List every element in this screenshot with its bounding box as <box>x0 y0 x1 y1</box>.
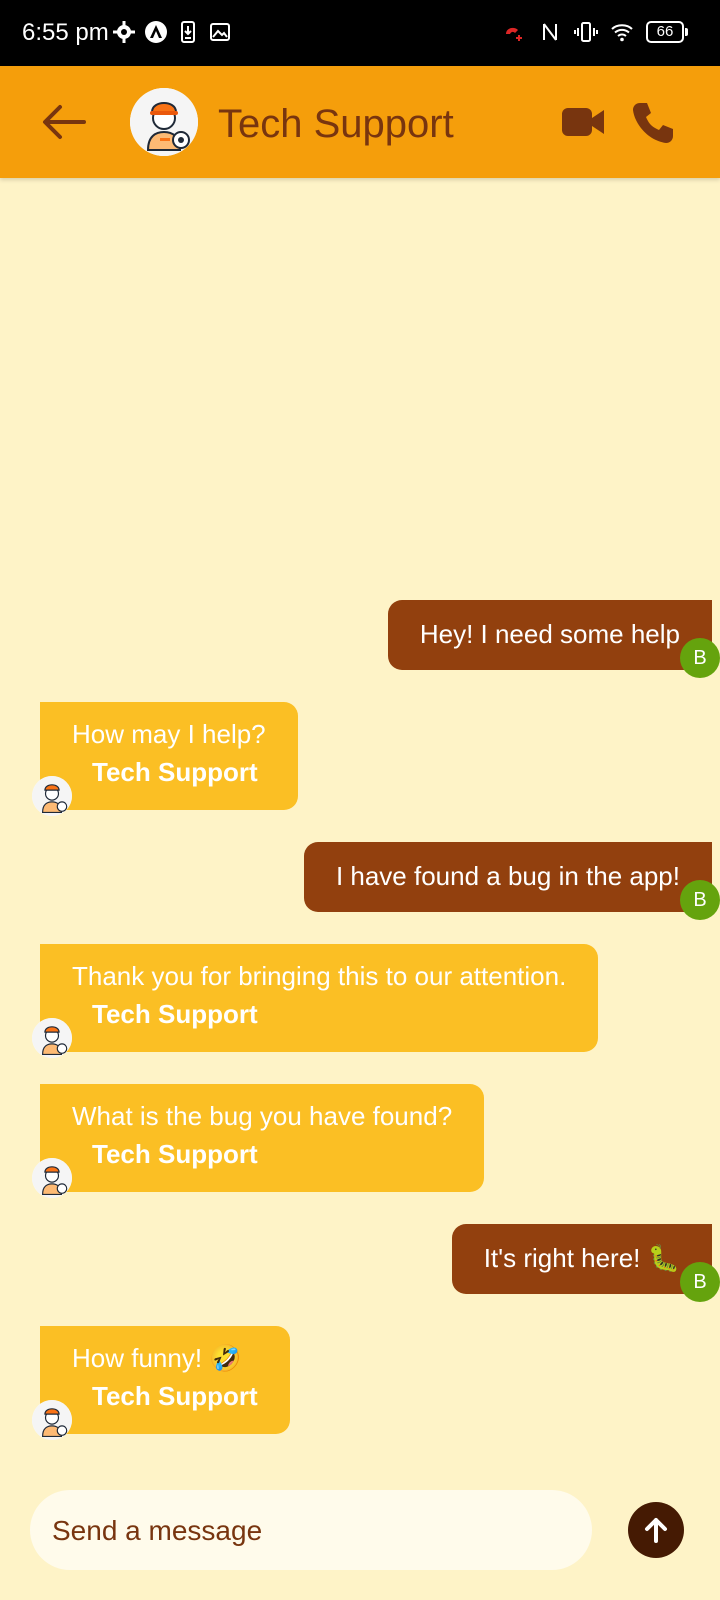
arrow-left-icon[interactable] <box>40 102 88 142</box>
message-input[interactable] <box>50 1490 574 1572</box>
nfc-icon <box>543 23 557 41</box>
status-icons-left <box>112 20 232 44</box>
wifi-icon <box>611 24 633 42</box>
technician-icon <box>32 776 72 816</box>
image-icon <box>210 23 230 41</box>
technician-icon <box>32 1158 72 1198</box>
message-composer <box>30 1490 592 1572</box>
video-camera-icon[interactable] <box>560 106 606 138</box>
message-sender: Tech Support <box>92 1381 258 1411</box>
message-sender: Tech Support <box>92 1139 258 1169</box>
support-avatar <box>32 776 72 816</box>
contact-avatar[interactable] <box>130 88 198 156</box>
settings-icon <box>113 21 135 43</box>
technician-icon <box>32 1018 72 1058</box>
message-text: How may I help? <box>72 719 266 749</box>
support-avatar <box>32 1158 72 1198</box>
message-text: How funny! 🤣 <box>72 1343 242 1373</box>
message-sender: Tech Support <box>92 999 258 1029</box>
status-time: 6:55 pm <box>22 19 109 46</box>
message-incoming[interactable]: How funny! 🤣 Tech Support <box>40 1326 290 1434</box>
message-outgoing[interactable]: It's right here! 🐛 <box>451 1224 712 1294</box>
message-text: It's right here! 🐛 <box>483 1243 680 1273</box>
download-icon <box>181 21 195 43</box>
vibrate-icon <box>574 22 598 42</box>
phone-icon[interactable] <box>630 100 676 146</box>
app-icon <box>145 21 167 43</box>
chat-title: Tech Support <box>218 102 454 146</box>
technician-icon <box>32 1400 72 1440</box>
support-avatar <box>32 1018 72 1058</box>
battery-icon: 66 <box>646 21 688 43</box>
arrow-up-icon <box>645 1518 667 1543</box>
user-avatar-badge: B <box>680 1262 720 1302</box>
status-icons-right: 66 <box>502 20 688 44</box>
call-alert-icon <box>506 27 522 41</box>
technician-icon <box>130 88 198 156</box>
message-incoming[interactable]: How may I help? Tech Support <box>40 702 298 810</box>
message-text: Thank you for bringing this to our atten… <box>72 961 567 991</box>
message-outgoing[interactable]: I have found a bug in the app! <box>303 842 712 912</box>
message-text: Hey! I need some help <box>419 619 680 649</box>
user-avatar-badge: B <box>680 880 720 920</box>
message-text: What is the bug you have found? <box>72 1101 453 1131</box>
message-outgoing[interactable]: Hey! I need some help <box>387 600 712 670</box>
user-avatar-badge: B <box>680 638 720 678</box>
message-text: I have found a bug in the app! <box>335 861 680 891</box>
app-bar: Tech Support <box>0 66 720 178</box>
message-incoming[interactable]: Thank you for bringing this to our atten… <box>40 944 599 1052</box>
send-button[interactable] <box>628 1502 684 1558</box>
support-avatar <box>32 1400 72 1440</box>
status-bar: 6:55 pm 66 <box>0 0 720 66</box>
message-sender: Tech Support <box>92 757 258 787</box>
message-incoming[interactable]: What is the bug you have found? Tech Sup… <box>40 1084 485 1192</box>
